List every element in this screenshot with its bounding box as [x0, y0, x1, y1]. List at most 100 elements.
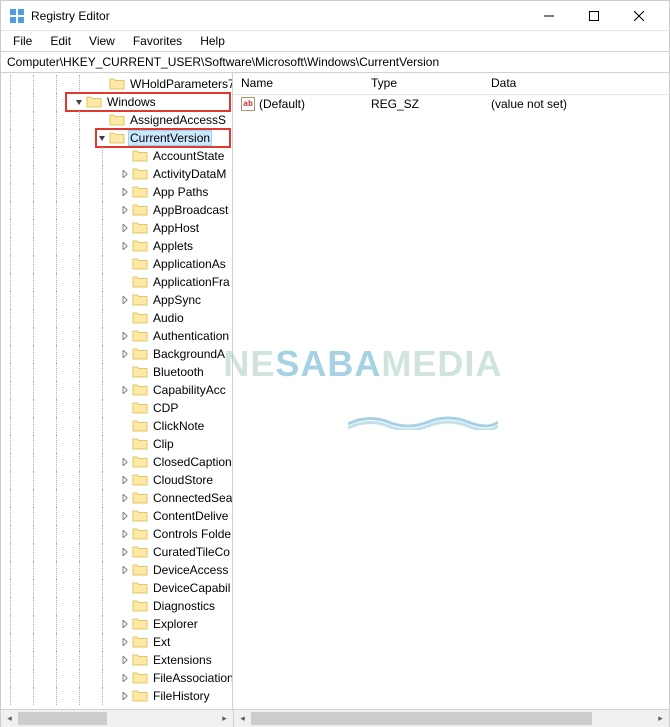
tree-item[interactable]: Diagnostics: [1, 597, 232, 615]
list-horizontal-scrollbar[interactable]: ◂ ▸: [233, 710, 669, 726]
tree-item[interactable]: FileHistory: [1, 687, 232, 705]
expander-spacer: [118, 581, 132, 595]
tree-label: DeviceCapabil: [151, 581, 232, 595]
tree-label: ClosedCaption: [151, 455, 232, 469]
expand-icon[interactable]: [118, 329, 132, 343]
expand-icon[interactable]: [118, 185, 132, 199]
expand-icon[interactable]: [118, 671, 132, 685]
expand-icon[interactable]: [118, 545, 132, 559]
tree-item[interactable]: Authentication: [1, 327, 232, 345]
tree-item[interactable]: CapabilityAcc: [1, 381, 232, 399]
menu-view[interactable]: View: [81, 32, 123, 50]
tree-horizontal-scrollbar[interactable]: ◂ ▸: [1, 710, 233, 726]
tree-item[interactable]: CDP: [1, 399, 232, 417]
tree-item[interactable]: CloudStore: [1, 471, 232, 489]
expander-spacer: [95, 113, 109, 127]
tree-item[interactable]: ClosedCaption: [1, 453, 232, 471]
content-area: WHoldParameters7 Windows AssignedAccessS Cu…: [1, 73, 669, 709]
tree-item[interactable]: Controls Folde: [1, 525, 232, 543]
expand-icon[interactable]: [118, 527, 132, 541]
list-body[interactable]: ab (Default) REG_SZ (value not set): [233, 95, 669, 709]
tree-item[interactable]: AppHost: [1, 219, 232, 237]
column-name[interactable]: Name: [233, 73, 363, 94]
scroll-left-button[interactable]: ◂: [234, 710, 251, 727]
tree-item[interactable]: ActivityDataM: [1, 165, 232, 183]
tree-item[interactable]: Audio: [1, 309, 232, 327]
expand-icon[interactable]: [118, 473, 132, 487]
address-bar[interactable]: Computer\HKEY_CURRENT_USER\Software\Micr…: [1, 51, 669, 73]
tree-item[interactable]: AppSync: [1, 291, 232, 309]
tree-item[interactable]: AssignedAccessS: [1, 111, 232, 129]
collapse-icon[interactable]: [95, 131, 109, 145]
expand-icon[interactable]: [118, 689, 132, 703]
tree-item[interactable]: DeviceAccess: [1, 561, 232, 579]
maximize-button[interactable]: [571, 1, 616, 31]
expand-icon[interactable]: [118, 635, 132, 649]
expand-icon[interactable]: [118, 509, 132, 523]
scroll-right-button[interactable]: ▸: [216, 710, 233, 727]
tree-item[interactable]: ContentDelive: [1, 507, 232, 525]
list-header: Name Type Data: [233, 73, 669, 95]
column-data[interactable]: Data: [483, 73, 669, 94]
tree-item[interactable]: App Paths: [1, 183, 232, 201]
titlebar: Registry Editor: [1, 1, 669, 31]
tree-item[interactable]: CuratedTileCo: [1, 543, 232, 561]
expander-spacer: [118, 257, 132, 271]
expand-icon[interactable]: [118, 221, 132, 235]
expand-icon[interactable]: [118, 167, 132, 181]
string-value-icon: ab: [241, 97, 255, 111]
tree-item[interactable]: Applets: [1, 237, 232, 255]
column-type[interactable]: Type: [363, 73, 483, 94]
tree-item[interactable]: DeviceCapabil: [1, 579, 232, 597]
scroll-thumb[interactable]: [18, 712, 107, 725]
tree-item[interactable]: BackgroundA: [1, 345, 232, 363]
tree-item[interactable]: Clip: [1, 435, 232, 453]
menu-help[interactable]: Help: [192, 32, 233, 50]
horizontal-scrollbar-area: ◂ ▸ ◂ ▸: [1, 709, 669, 726]
tree-label: AssignedAccessS: [128, 113, 228, 127]
tree-item[interactable]: ApplicationAs: [1, 255, 232, 273]
registry-tree[interactable]: WHoldParameters7 Windows AssignedAccessS Cu…: [1, 73, 232, 709]
expand-icon[interactable]: [118, 455, 132, 469]
collapse-icon[interactable]: [72, 95, 86, 109]
scroll-right-button[interactable]: ▸: [652, 710, 669, 727]
tree-item[interactable]: FileAssociation: [1, 669, 232, 687]
tree-item[interactable]: Bluetooth: [1, 363, 232, 381]
expand-icon[interactable]: [118, 293, 132, 307]
tree-item[interactable]: Explorer: [1, 615, 232, 633]
expand-icon[interactable]: [118, 347, 132, 361]
expand-icon[interactable]: [118, 203, 132, 217]
minimize-button[interactable]: [526, 1, 571, 31]
tree-item[interactable]: CurrentVersion: [1, 129, 232, 147]
expander-spacer: [118, 275, 132, 289]
expand-icon[interactable]: [118, 491, 132, 505]
expand-icon[interactable]: [118, 617, 132, 631]
tree-item[interactable]: ApplicationFra: [1, 273, 232, 291]
tree-item[interactable]: ClickNote: [1, 417, 232, 435]
expand-icon[interactable]: [118, 383, 132, 397]
tree-item[interactable]: Ext: [1, 633, 232, 651]
app-icon: [9, 8, 25, 24]
tree-item[interactable]: AccountState: [1, 147, 232, 165]
tree-label: AppHost: [151, 221, 201, 235]
tree-item[interactable]: Extensions: [1, 651, 232, 669]
close-button[interactable]: [616, 1, 661, 31]
expand-icon[interactable]: [118, 653, 132, 667]
tree-item[interactable]: AppBroadcast: [1, 201, 232, 219]
tree-label: FileAssociation: [151, 671, 232, 685]
tree-label: Windows: [105, 95, 158, 109]
expand-icon[interactable]: [118, 239, 132, 253]
tree-label: ClickNote: [151, 419, 206, 433]
scroll-left-button[interactable]: ◂: [1, 710, 18, 727]
expand-icon[interactable]: [118, 563, 132, 577]
value-name: (Default): [259, 97, 305, 111]
tree-label: Audio: [151, 311, 186, 325]
menu-favorites[interactable]: Favorites: [125, 32, 190, 50]
scroll-thumb[interactable]: [251, 712, 592, 725]
tree-item[interactable]: WHoldParameters7: [1, 75, 232, 93]
menu-file[interactable]: File: [5, 32, 40, 50]
tree-item[interactable]: ConnectedSea: [1, 489, 232, 507]
tree-item[interactable]: Windows: [1, 93, 232, 111]
menu-edit[interactable]: Edit: [42, 32, 79, 50]
list-row[interactable]: ab (Default) REG_SZ (value not set): [233, 95, 669, 113]
